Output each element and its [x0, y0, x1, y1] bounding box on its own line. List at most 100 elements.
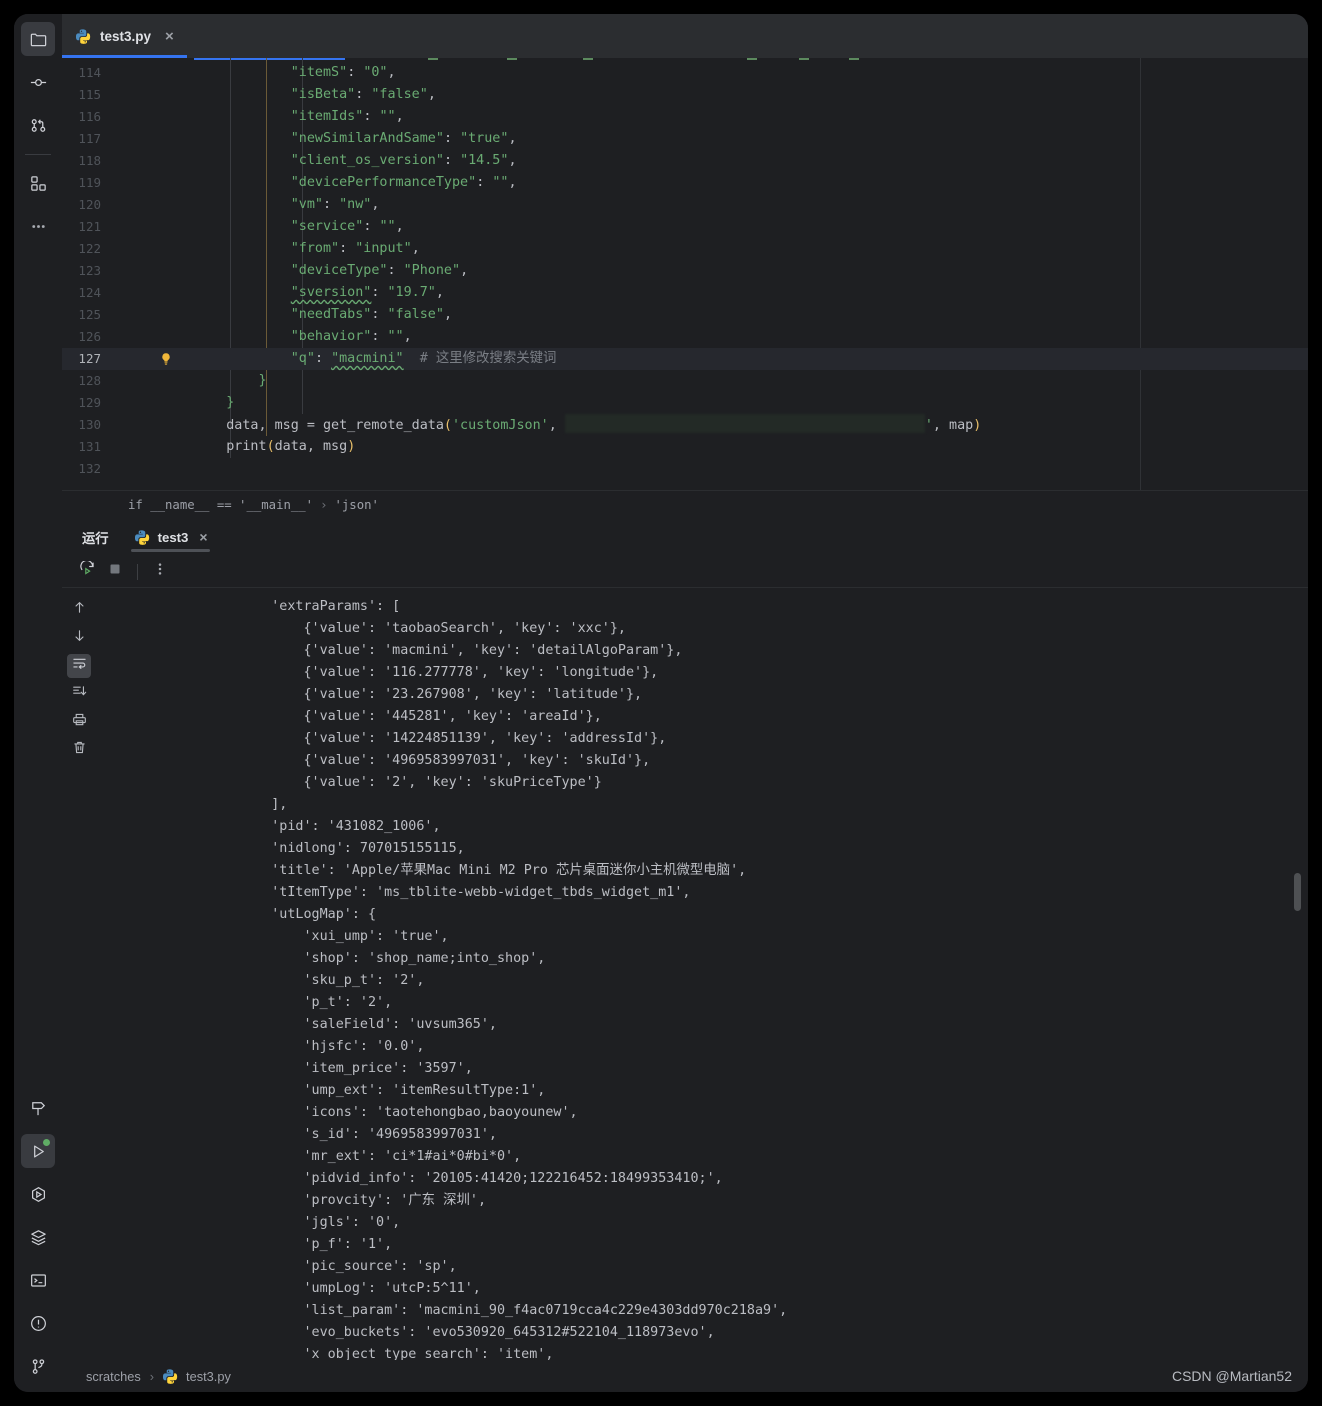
rerun-button[interactable] — [74, 559, 100, 584]
code-area: 114 115 116 117 118 119 120 121 122 123 124 125 126 1… — [62, 58, 1308, 490]
code-token: 'customJson' — [451, 418, 549, 433]
close-icon[interactable]: × — [199, 529, 207, 545]
watermark: CSDN @Martian52 — [1171, 1368, 1292, 1384]
sidebar-item-commit[interactable] — [21, 65, 55, 99]
line-number: 128 — [78, 373, 101, 388]
code-line[interactable]: "needTabs": "false", — [194, 304, 1308, 326]
code-line[interactable]: "itemIds": "", — [194, 106, 1308, 128]
code-token: , — [508, 175, 517, 190]
sidebar-item-plugins[interactable] — [21, 166, 55, 200]
status-breadcrumb[interactable]: scratches › test3.py — [86, 1368, 231, 1384]
code-line[interactable]: "q": "macmini" # 这里修改搜索关键词 — [194, 348, 1308, 370]
sidebar-item-problems[interactable] — [21, 1306, 55, 1340]
code-token: "input" — [355, 241, 412, 256]
stop-button[interactable] — [102, 560, 128, 584]
breadcrumb-member[interactable]: 'json' — [335, 498, 379, 512]
code-line[interactable]: "behavior": "", — [194, 326, 1308, 348]
code-line[interactable]: "vm": "nw", — [194, 194, 1308, 216]
code-line[interactable]: "client_os_version": "14.5", — [194, 150, 1308, 172]
sidebar-item-debug[interactable] — [21, 1177, 55, 1211]
rerun-icon — [79, 559, 96, 583]
sidebar-item-pull-requests[interactable] — [21, 108, 55, 142]
code-line[interactable]: "sversion": "19.7", — [194, 282, 1308, 304]
line-number-gutter[interactable]: 114 115 116 117 118 119 120 121 122 123 124 125 126 1… — [62, 58, 194, 490]
code-line[interactable]: data, msg = get_remote_data('customJson'… — [194, 414, 1308, 436]
code-token: : — [387, 263, 404, 278]
scroll-up-button[interactable] — [67, 598, 91, 622]
code-line[interactable]: "from": "input", — [194, 238, 1308, 260]
code-token: , — [508, 153, 517, 168]
code-token: , — [427, 87, 436, 102]
console-line: 'jgls': '0', — [110, 1215, 401, 1230]
activity-divider — [25, 154, 51, 155]
editor-breadcrumb[interactable]: if __name__ == '__main__' › 'json' — [62, 490, 1308, 518]
code-token: "macmini" — [331, 351, 404, 366]
breadcrumb-scope[interactable]: if __name__ == '__main__' — [128, 498, 313, 512]
code-token: ) — [973, 418, 982, 433]
run-status-badge — [43, 1139, 50, 1146]
code-token: "itemIds" — [290, 109, 364, 124]
code-line[interactable]: "devicePerformanceType": "", — [194, 172, 1308, 194]
code-token: : — [443, 131, 461, 146]
code-line[interactable]: } — [194, 392, 1308, 414]
soft-wrap-button[interactable] — [67, 654, 91, 678]
line-number: 120 — [78, 197, 101, 212]
close-icon[interactable]: × — [165, 29, 174, 44]
clear-all-button[interactable] — [67, 738, 91, 762]
run-tab-test3[interactable]: test3 × — [123, 518, 218, 556]
tab-label: test3.py — [100, 28, 152, 44]
sidebar-item-more[interactable] — [21, 209, 55, 243]
code-line[interactable]: "deviceType": "Phone", — [194, 260, 1308, 282]
console-line: 'utLogMap': { — [110, 907, 377, 922]
code-line[interactable]: "service": "", — [194, 216, 1308, 238]
console-line: 'item_price': '3597', — [110, 1061, 473, 1076]
console-line: {'value': 'macmini', 'key': 'detailAlgoP… — [110, 643, 683, 658]
status-breadcrumb-root[interactable]: scratches — [86, 1369, 141, 1384]
code-line[interactable] — [194, 458, 1308, 480]
sidebar-item-services[interactable] — [21, 1220, 55, 1254]
code-token: data, msg = get_remote_data — [226, 418, 444, 433]
code-line[interactable]: "newSimilarAndSame": "true", — [194, 128, 1308, 150]
code-line[interactable]: print(data, msg) — [194, 436, 1308, 458]
tab-test3-py[interactable]: test3.py × — [62, 14, 187, 58]
console-line: 'pid': '431082_1006', — [110, 819, 441, 834]
scroll-to-end-button[interactable] — [67, 682, 91, 706]
code-token: , map — [932, 418, 974, 433]
lightbulb-icon[interactable] — [157, 348, 175, 370]
sidebar-item-project[interactable] — [21, 22, 55, 56]
sidebar-item-version-control[interactable] — [21, 1349, 55, 1383]
sidebar-item-run[interactable] — [21, 1134, 55, 1168]
console-scrollbar[interactable] — [1293, 588, 1302, 1360]
line-number: 126 — [78, 329, 101, 344]
console-line: 'tItemType': 'ms_tblite-webb-widget_tbds… — [110, 885, 691, 900]
code-token: "newSimilarAndSame" — [290, 131, 444, 146]
scroll-down-button[interactable] — [67, 626, 91, 650]
line-number: 114 — [78, 65, 101, 80]
code-token: "true" — [460, 131, 509, 146]
line-number: 117 — [78, 131, 101, 146]
line-number: 124 — [78, 285, 101, 300]
arrow-up-icon — [72, 600, 87, 620]
code-lines[interactable]: "itemS": "0", "isBeta": "false", "itemId… — [194, 58, 1308, 490]
code-line[interactable]: "itemS": "0", — [194, 62, 1308, 84]
commit-icon — [29, 73, 48, 92]
print-button[interactable] — [67, 710, 91, 734]
code-token: , — [371, 197, 380, 212]
hammer-icon — [29, 1099, 48, 1118]
more-options-button[interactable] — [147, 560, 173, 584]
code-editor[interactable]: 114 115 116 117 118 119 120 121 122 123 124 125 126 1… — [62, 58, 1308, 490]
code-token: , — [435, 285, 444, 300]
console-line: 'p_t': '2', — [110, 995, 393, 1010]
code-line[interactable]: } — [194, 370, 1308, 392]
console-output[interactable]: 'extraParams': [ {'value': 'taobaoSearch… — [96, 588, 1308, 1360]
console-line: 'nidlong': 707015155115, — [110, 841, 465, 856]
run-panel-title: 运行 — [82, 530, 109, 546]
code-line[interactable]: "isBeta": "false", — [194, 84, 1308, 106]
sidebar-item-build[interactable] — [21, 1091, 55, 1125]
status-breadcrumb-file[interactable]: test3.py — [186, 1369, 231, 1384]
sidebar-item-terminal[interactable] — [21, 1263, 55, 1297]
console-scrollbar-thumb[interactable] — [1294, 873, 1301, 911]
